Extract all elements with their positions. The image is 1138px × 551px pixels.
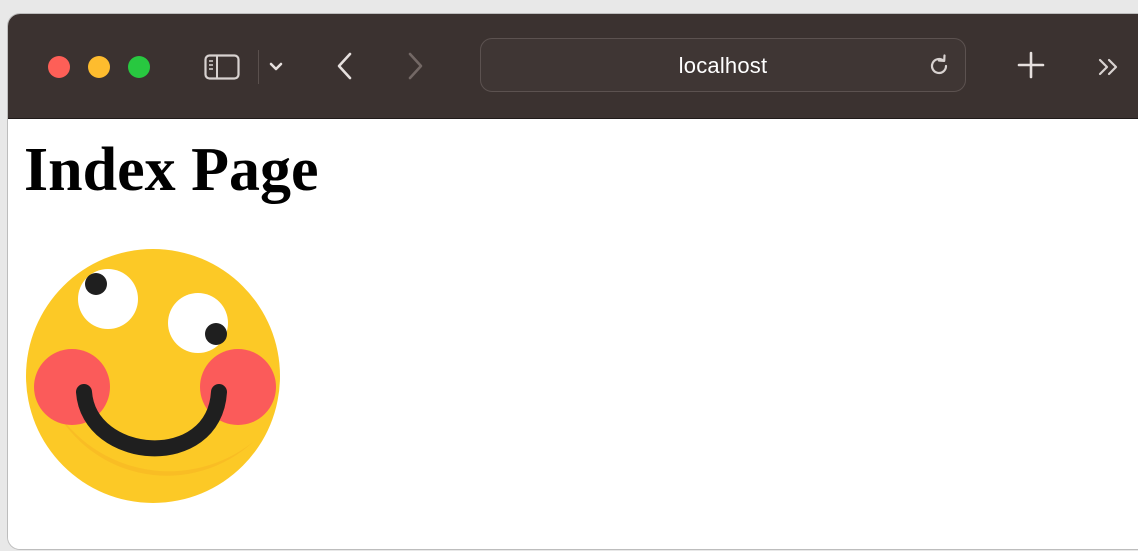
smiley-face-emoji-icon [26, 249, 280, 503]
double-chevron-right-icon [1098, 58, 1118, 76]
close-window-button[interactable] [48, 56, 70, 78]
address-bar[interactable]: localhost [480, 38, 966, 92]
chevron-down-icon [269, 62, 283, 71]
chevron-left-icon [337, 52, 352, 80]
chevron-right-icon [408, 52, 423, 80]
tab-group-menu-button[interactable] [264, 54, 288, 80]
reload-button[interactable] [925, 52, 953, 80]
sidebar-icon [204, 54, 240, 80]
toolbar-overflow-button[interactable] [1094, 50, 1124, 84]
toolbar-divider [258, 50, 259, 84]
back-button[interactable] [330, 48, 360, 84]
browser-window: localhost Index Page [8, 14, 1138, 549]
smiley-face-image [24, 247, 282, 505]
new-tab-button[interactable] [1014, 48, 1048, 82]
page-title: Index Page [24, 136, 319, 204]
plus-icon [1017, 51, 1045, 79]
forward-button[interactable] [400, 48, 430, 84]
address-text: localhost [678, 53, 768, 78]
minimize-window-button[interactable] [88, 56, 110, 78]
reload-icon [930, 54, 948, 75]
sidebar-toggle-button[interactable] [204, 54, 240, 80]
maximize-window-button[interactable] [128, 56, 150, 78]
browser-toolbar: localhost [8, 14, 1138, 119]
page-content: Index Page [8, 119, 1138, 549]
